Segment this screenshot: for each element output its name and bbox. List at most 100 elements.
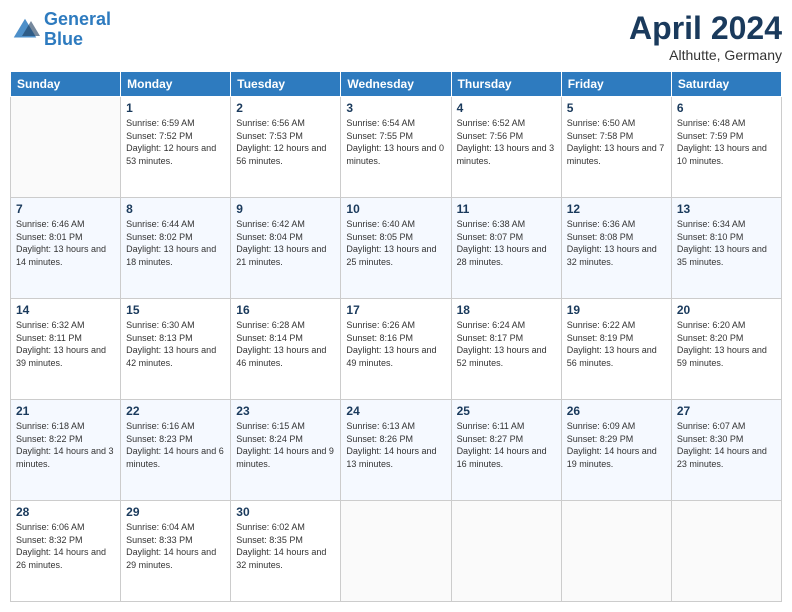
day-number: 25 — [457, 404, 556, 418]
day-info: Sunrise: 6:22 AM Sunset: 8:19 PM Dayligh… — [567, 319, 666, 369]
day-number: 8 — [126, 202, 225, 216]
day-info: Sunrise: 6:06 AM Sunset: 8:32 PM Dayligh… — [16, 521, 115, 571]
day-info: Sunrise: 6:26 AM Sunset: 8:16 PM Dayligh… — [346, 319, 445, 369]
logo-icon — [10, 15, 40, 45]
day-info: Sunrise: 6:52 AM Sunset: 7:56 PM Dayligh… — [457, 117, 556, 167]
day-number: 11 — [457, 202, 556, 216]
day-number: 21 — [16, 404, 115, 418]
calendar-cell: 16 Sunrise: 6:28 AM Sunset: 8:14 PM Dayl… — [231, 299, 341, 400]
page: General Blue April 2024 Althutte, German… — [0, 0, 792, 612]
day-number: 6 — [677, 101, 776, 115]
day-number: 9 — [236, 202, 335, 216]
calendar-cell: 26 Sunrise: 6:09 AM Sunset: 8:29 PM Dayl… — [561, 400, 671, 501]
header-row: Sunday Monday Tuesday Wednesday Thursday… — [11, 72, 782, 97]
day-number: 15 — [126, 303, 225, 317]
calendar-cell: 4 Sunrise: 6:52 AM Sunset: 7:56 PM Dayli… — [451, 97, 561, 198]
calendar-cell: 23 Sunrise: 6:15 AM Sunset: 8:24 PM Dayl… — [231, 400, 341, 501]
calendar-cell — [451, 501, 561, 602]
calendar-cell: 11 Sunrise: 6:38 AM Sunset: 8:07 PM Dayl… — [451, 198, 561, 299]
logo: General Blue — [10, 10, 111, 50]
day-info: Sunrise: 6:07 AM Sunset: 8:30 PM Dayligh… — [677, 420, 776, 470]
calendar-cell: 22 Sunrise: 6:16 AM Sunset: 8:23 PM Dayl… — [121, 400, 231, 501]
calendar-cell: 18 Sunrise: 6:24 AM Sunset: 8:17 PM Dayl… — [451, 299, 561, 400]
calendar-week-2: 7 Sunrise: 6:46 AM Sunset: 8:01 PM Dayli… — [11, 198, 782, 299]
calendar-cell: 17 Sunrise: 6:26 AM Sunset: 8:16 PM Dayl… — [341, 299, 451, 400]
day-info: Sunrise: 6:16 AM Sunset: 8:23 PM Dayligh… — [126, 420, 225, 470]
day-number: 7 — [16, 202, 115, 216]
calendar-cell — [11, 97, 121, 198]
day-info: Sunrise: 6:13 AM Sunset: 8:26 PM Dayligh… — [346, 420, 445, 470]
day-number: 28 — [16, 505, 115, 519]
day-info: Sunrise: 6:11 AM Sunset: 8:27 PM Dayligh… — [457, 420, 556, 470]
day-info: Sunrise: 6:09 AM Sunset: 8:29 PM Dayligh… — [567, 420, 666, 470]
calendar-cell: 6 Sunrise: 6:48 AM Sunset: 7:59 PM Dayli… — [671, 97, 781, 198]
day-info: Sunrise: 6:28 AM Sunset: 8:14 PM Dayligh… — [236, 319, 335, 369]
day-info: Sunrise: 6:24 AM Sunset: 8:17 PM Dayligh… — [457, 319, 556, 369]
calendar-cell: 13 Sunrise: 6:34 AM Sunset: 8:10 PM Dayl… — [671, 198, 781, 299]
day-number: 29 — [126, 505, 225, 519]
col-saturday: Saturday — [671, 72, 781, 97]
day-number: 24 — [346, 404, 445, 418]
col-friday: Friday — [561, 72, 671, 97]
calendar-cell: 14 Sunrise: 6:32 AM Sunset: 8:11 PM Dayl… — [11, 299, 121, 400]
logo-line1: General — [44, 9, 111, 29]
calendar-subtitle: Althutte, Germany — [629, 47, 782, 63]
day-info: Sunrise: 6:18 AM Sunset: 8:22 PM Dayligh… — [16, 420, 115, 470]
day-number: 30 — [236, 505, 335, 519]
calendar-cell: 30 Sunrise: 6:02 AM Sunset: 8:35 PM Dayl… — [231, 501, 341, 602]
calendar-cell: 29 Sunrise: 6:04 AM Sunset: 8:33 PM Dayl… — [121, 501, 231, 602]
col-monday: Monday — [121, 72, 231, 97]
day-info: Sunrise: 6:42 AM Sunset: 8:04 PM Dayligh… — [236, 218, 335, 268]
calendar-cell: 5 Sunrise: 6:50 AM Sunset: 7:58 PM Dayli… — [561, 97, 671, 198]
day-info: Sunrise: 6:32 AM Sunset: 8:11 PM Dayligh… — [16, 319, 115, 369]
col-wednesday: Wednesday — [341, 72, 451, 97]
calendar-cell: 2 Sunrise: 6:56 AM Sunset: 7:53 PM Dayli… — [231, 97, 341, 198]
header: General Blue April 2024 Althutte, German… — [10, 10, 782, 63]
day-info: Sunrise: 6:15 AM Sunset: 8:24 PM Dayligh… — [236, 420, 335, 470]
day-info: Sunrise: 6:02 AM Sunset: 8:35 PM Dayligh… — [236, 521, 335, 571]
day-info: Sunrise: 6:34 AM Sunset: 8:10 PM Dayligh… — [677, 218, 776, 268]
day-number: 14 — [16, 303, 115, 317]
calendar-cell: 15 Sunrise: 6:30 AM Sunset: 8:13 PM Dayl… — [121, 299, 231, 400]
calendar-cell: 19 Sunrise: 6:22 AM Sunset: 8:19 PM Dayl… — [561, 299, 671, 400]
calendar-cell: 27 Sunrise: 6:07 AM Sunset: 8:30 PM Dayl… — [671, 400, 781, 501]
calendar-week-1: 1 Sunrise: 6:59 AM Sunset: 7:52 PM Dayli… — [11, 97, 782, 198]
day-info: Sunrise: 6:46 AM Sunset: 8:01 PM Dayligh… — [16, 218, 115, 268]
day-number: 23 — [236, 404, 335, 418]
day-number: 22 — [126, 404, 225, 418]
day-number: 3 — [346, 101, 445, 115]
day-number: 2 — [236, 101, 335, 115]
calendar-cell: 24 Sunrise: 6:13 AM Sunset: 8:26 PM Dayl… — [341, 400, 451, 501]
day-info: Sunrise: 6:38 AM Sunset: 8:07 PM Dayligh… — [457, 218, 556, 268]
day-info: Sunrise: 6:30 AM Sunset: 8:13 PM Dayligh… — [126, 319, 225, 369]
day-number: 18 — [457, 303, 556, 317]
col-thursday: Thursday — [451, 72, 561, 97]
day-number: 10 — [346, 202, 445, 216]
title-block: April 2024 Althutte, Germany — [629, 10, 782, 63]
day-info: Sunrise: 6:04 AM Sunset: 8:33 PM Dayligh… — [126, 521, 225, 571]
day-number: 4 — [457, 101, 556, 115]
day-number: 16 — [236, 303, 335, 317]
day-number: 26 — [567, 404, 666, 418]
calendar-cell: 9 Sunrise: 6:42 AM Sunset: 8:04 PM Dayli… — [231, 198, 341, 299]
day-number: 20 — [677, 303, 776, 317]
calendar-week-5: 28 Sunrise: 6:06 AM Sunset: 8:32 PM Dayl… — [11, 501, 782, 602]
day-info: Sunrise: 6:54 AM Sunset: 7:55 PM Dayligh… — [346, 117, 445, 167]
calendar-cell: 25 Sunrise: 6:11 AM Sunset: 8:27 PM Dayl… — [451, 400, 561, 501]
day-number: 27 — [677, 404, 776, 418]
day-number: 17 — [346, 303, 445, 317]
day-info: Sunrise: 6:44 AM Sunset: 8:02 PM Dayligh… — [126, 218, 225, 268]
calendar-cell: 21 Sunrise: 6:18 AM Sunset: 8:22 PM Dayl… — [11, 400, 121, 501]
day-info: Sunrise: 6:56 AM Sunset: 7:53 PM Dayligh… — [236, 117, 335, 167]
calendar-cell: 3 Sunrise: 6:54 AM Sunset: 7:55 PM Dayli… — [341, 97, 451, 198]
calendar-title: April 2024 — [629, 10, 782, 47]
calendar-week-3: 14 Sunrise: 6:32 AM Sunset: 8:11 PM Dayl… — [11, 299, 782, 400]
calendar-cell — [561, 501, 671, 602]
logo-text: General Blue — [44, 10, 111, 50]
col-tuesday: Tuesday — [231, 72, 341, 97]
day-info: Sunrise: 6:48 AM Sunset: 7:59 PM Dayligh… — [677, 117, 776, 167]
calendar-cell: 20 Sunrise: 6:20 AM Sunset: 8:20 PM Dayl… — [671, 299, 781, 400]
calendar-cell: 10 Sunrise: 6:40 AM Sunset: 8:05 PM Dayl… — [341, 198, 451, 299]
day-info: Sunrise: 6:36 AM Sunset: 8:08 PM Dayligh… — [567, 218, 666, 268]
logo-line2: Blue — [44, 29, 83, 49]
